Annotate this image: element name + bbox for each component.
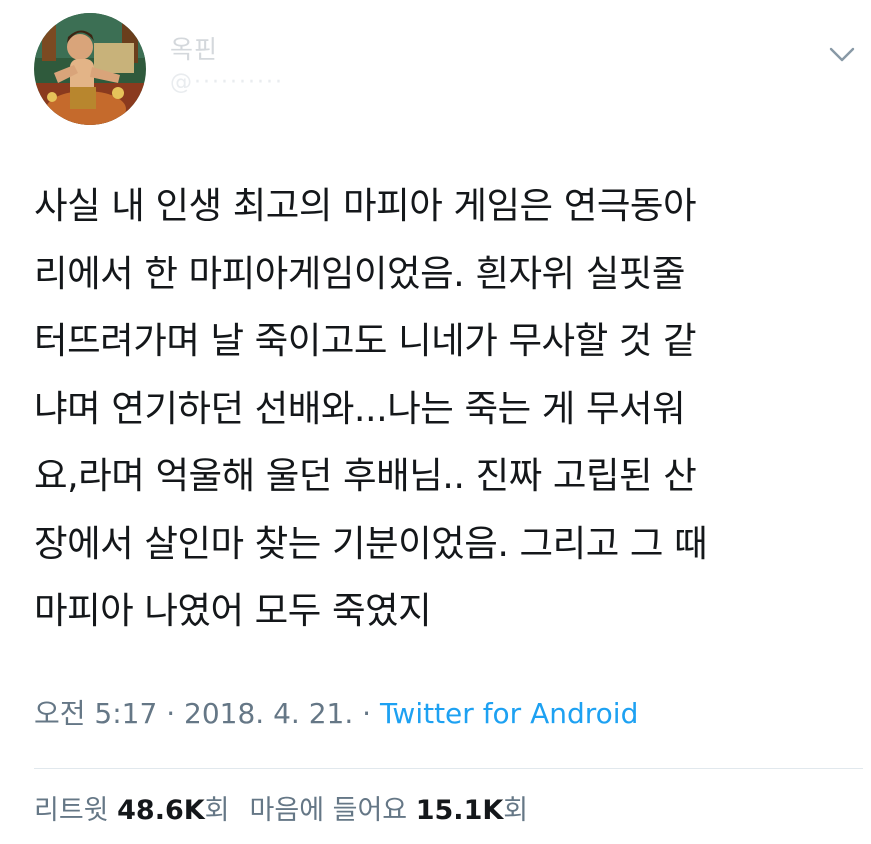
likes-count: 15.1K (415, 795, 504, 826)
likes-unit: 회 (503, 795, 529, 826)
retweets-unit: 회 (204, 795, 230, 826)
tweet-meta: 오전 5:17 · 2018. 4. 21. · Twitter for And… (34, 692, 638, 732)
chevron-down-icon[interactable] (826, 38, 858, 70)
meta-separator: · (166, 697, 176, 730)
divider (34, 768, 863, 769)
tweet-text: 사실 내 인생 최고의 마피아 게임은 연극동아 리에서 한 마피아게임이었음.… (34, 184, 708, 632)
author-handle[interactable]: @·········· (170, 70, 284, 95)
retweets-count: 48.6K (117, 795, 205, 826)
author-display-name[interactable]: 옥핀 (170, 30, 218, 66)
avatar-image (34, 13, 146, 125)
tweet-stats: 리트윗 48.6K회 마음에 들어요 15.1K회 (34, 788, 528, 827)
tweet-date[interactable]: 2018. 4. 21. (184, 697, 353, 730)
likes-label: 마음에 들어요 (249, 795, 408, 826)
avatar[interactable] (34, 13, 146, 125)
meta-separator: · (362, 697, 372, 730)
retweets-label: 리트윗 (34, 795, 109, 826)
retweets-stat[interactable]: 리트윗 48.6K회 (34, 795, 230, 826)
tweet-source-link[interactable]: Twitter for Android (380, 697, 638, 730)
tweet-card: 옥핀 @·········· 사실 내 인생 최고의 마피아 게임은 연극동아 … (0, 0, 871, 844)
tweet-time[interactable]: 오전 5:17 (34, 697, 157, 730)
likes-stat[interactable]: 마음에 들어요 15.1K회 (250, 795, 529, 826)
